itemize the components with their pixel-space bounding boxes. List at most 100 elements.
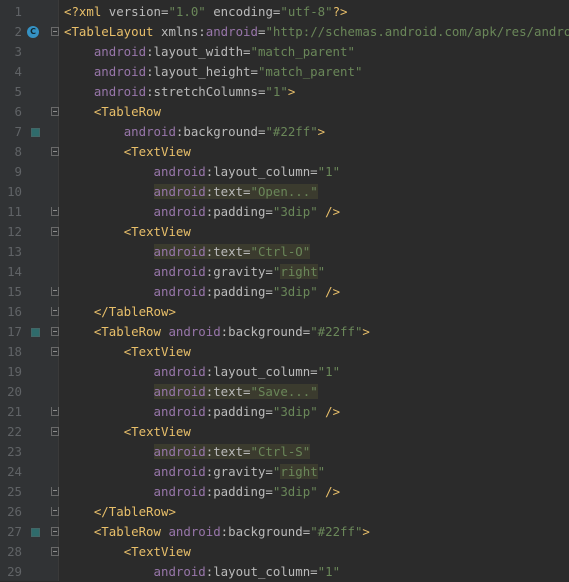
code-token: :text=: [205, 184, 251, 199]
code-text[interactable]: android:layout_height="match_parent": [64, 62, 363, 82]
fold-end-icon[interactable]: [51, 307, 59, 316]
fold-end-icon[interactable]: [51, 287, 59, 296]
code-text[interactable]: android:padding="3dip" />: [64, 402, 341, 422]
code-line[interactable]: 8 <TextView: [0, 142, 569, 162]
code-token: />: [317, 284, 341, 299]
code-line[interactable]: 3 android:layout_width="match_parent": [0, 42, 569, 62]
code-line[interactable]: 21 android:padding="3dip" />: [0, 402, 569, 422]
code-text[interactable]: <?xml version="1.0" encoding="utf-8"?>: [64, 2, 348, 22]
code-line[interactable]: 17 <TableRow android:background="#22ff">: [0, 322, 569, 342]
code-line[interactable]: 1 <?xml version="1.0" encoding="utf-8"?>: [0, 2, 569, 22]
code-text[interactable]: </TableRow>: [64, 302, 176, 322]
code-line[interactable]: 16 </TableRow>: [0, 302, 569, 322]
code-text[interactable]: android:gravity="right": [64, 462, 325, 482]
code-line[interactable]: 12 <TextView: [0, 222, 569, 242]
code-line[interactable]: 10 android:text="Open...": [0, 182, 569, 202]
fold-start-icon[interactable]: [51, 347, 59, 356]
code-text[interactable]: android:padding="3dip" />: [64, 482, 341, 502]
code-text[interactable]: <TableRow android:background="#22ff">: [64, 322, 370, 342]
code-text[interactable]: android:text="Save...": [64, 382, 318, 402]
code-token: :stretchColumns=: [146, 84, 266, 99]
code-line[interactable]: 20 android:text="Save...": [0, 382, 569, 402]
code-text[interactable]: <TextView: [64, 142, 191, 162]
code-text[interactable]: android:padding="3dip" />: [64, 282, 341, 302]
class-gutter-icon[interactable]: C: [27, 26, 39, 38]
code-text[interactable]: android:layout_column="1": [64, 562, 341, 582]
code-token: android: [168, 524, 221, 539]
code-text[interactable]: android:background="#22ff">: [64, 122, 325, 142]
code-token: :gravity=: [205, 264, 273, 279]
code-line[interactable]: 15 android:padding="3dip" />: [0, 282, 569, 302]
code-token: android: [153, 464, 206, 479]
code-token: </TableRow>: [93, 504, 176, 519]
code-text[interactable]: <TableLayout xmlns:android="http://schem…: [64, 22, 569, 42]
code-text[interactable]: </TableRow>: [64, 502, 176, 522]
color-swatch-icon[interactable]: [31, 528, 40, 537]
code-line[interactable]: 11 android:padding="3dip" />: [0, 202, 569, 222]
code-line[interactable]: 14 android:gravity="right": [0, 262, 569, 282]
fold-start-icon[interactable]: [51, 147, 59, 156]
code-text[interactable]: <TextView: [64, 422, 191, 442]
fold-start-icon[interactable]: [51, 327, 59, 336]
line-number: 13: [7, 244, 22, 259]
code-text[interactable]: android:layout_width="match_parent": [64, 42, 355, 62]
code-line[interactable]: 29 android:layout_column="1": [0, 562, 569, 582]
line-number: 4: [14, 64, 22, 79]
code-line[interactable]: 24 android:gravity="right": [0, 462, 569, 482]
code-text[interactable]: android:stretchColumns="1">: [64, 82, 295, 102]
code-token: >: [362, 324, 370, 339]
fold-end-icon[interactable]: [51, 207, 59, 216]
code-text[interactable]: android:padding="3dip" />: [64, 202, 341, 222]
code-editor[interactable]: 1 <?xml version="1.0" encoding="utf-8"?> 2…: [0, 0, 569, 581]
code-text[interactable]: <TableRow: [64, 102, 161, 122]
fold-end-icon[interactable]: [51, 507, 59, 516]
code-line[interactable]: 25 android:padding="3dip" />: [0, 482, 569, 502]
code-line[interactable]: 18 <TextView: [0, 342, 569, 362]
color-swatch-icon[interactable]: [31, 328, 40, 337]
code-text[interactable]: <TextView: [64, 542, 191, 562]
code-text[interactable]: android:gravity="right": [64, 262, 325, 282]
fold-end-icon[interactable]: [51, 487, 59, 496]
code-text[interactable]: <TextView: [64, 342, 191, 362]
code-line[interactable]: 19 android:layout_column="1": [0, 362, 569, 382]
fold-start-icon[interactable]: [51, 227, 59, 236]
code-text[interactable]: <TableRow android:background="#22ff">: [64, 522, 370, 542]
fold-start-icon[interactable]: [51, 107, 59, 116]
code-text[interactable]: android:text="Ctrl-S": [64, 442, 311, 462]
fold-start-icon[interactable]: [51, 547, 59, 556]
code-line[interactable]: 9 android:layout_column="1": [0, 162, 569, 182]
fold-start-icon[interactable]: [51, 27, 59, 36]
code-token: <TableRow: [93, 524, 169, 539]
code-text[interactable]: android:layout_column="1": [64, 362, 341, 382]
code-line[interactable]: 4 android:layout_height="match_parent": [0, 62, 569, 82]
code-token: android: [153, 384, 206, 399]
line-number: 25: [7, 484, 22, 499]
code-text[interactable]: android:layout_column="1": [64, 162, 341, 182]
color-swatch-icon[interactable]: [31, 128, 40, 137]
fold-end-icon[interactable]: [51, 407, 59, 416]
code-line[interactable]: 28 <TextView: [0, 542, 569, 562]
code-line[interactable]: 13 android:text="Ctrl-O": [0, 242, 569, 262]
code-text[interactable]: android:text="Ctrl-O": [64, 242, 311, 262]
code-text[interactable]: <TextView: [64, 222, 191, 242]
code-text[interactable]: android:text="Open...": [64, 182, 318, 202]
code-line[interactable]: 7 android:background="#22ff">: [0, 122, 569, 142]
code-line[interactable]: 22 <TextView: [0, 422, 569, 442]
code-line[interactable]: 27 <TableRow android:background="#22ff">: [0, 522, 569, 542]
code-token: android: [153, 564, 206, 579]
fold-start-icon[interactable]: [51, 527, 59, 536]
code-line[interactable]: 5 android:stretchColumns="1">: [0, 82, 569, 102]
line-number: 20: [7, 384, 22, 399]
code-line[interactable]: 23 android:text="Ctrl-S": [0, 442, 569, 462]
code-line[interactable]: 26 </TableRow>: [0, 502, 569, 522]
line-number: 24: [7, 464, 22, 479]
code-token: android: [153, 164, 206, 179]
code-line[interactable]: 2 C <TableLayout xmlns:android="http://sch…: [0, 22, 569, 42]
fold-start-icon[interactable]: [51, 427, 59, 436]
code-line[interactable]: 6 <TableRow: [0, 102, 569, 122]
